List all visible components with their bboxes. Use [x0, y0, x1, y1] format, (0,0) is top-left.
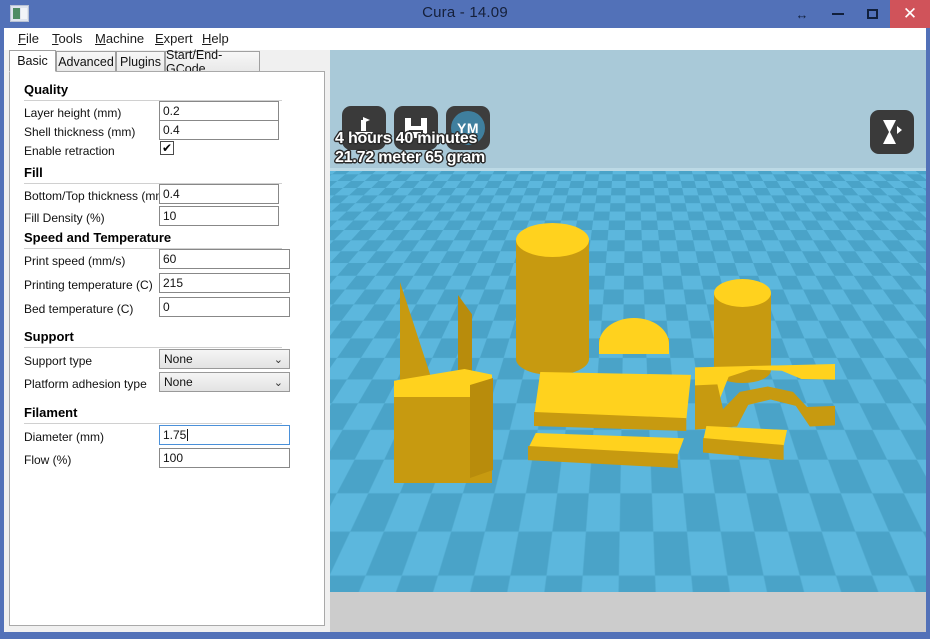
select-support-type[interactable]: None ⌄ [159, 349, 290, 369]
view-mode-button[interactable] [870, 110, 914, 154]
section-title-speed-temperature: Speed and Temperature [24, 230, 172, 245]
tab-basic[interactable]: Basic [9, 50, 56, 72]
label-bottom-top-thickness: Bottom/Top thickness (mm) [24, 189, 170, 203]
menu-expert-rest: xpert [163, 31, 193, 46]
input-shell-thickness[interactable] [159, 120, 279, 140]
chevron-down-icon: ⌄ [273, 377, 283, 389]
label-bed-temperature: Bed temperature (C) [24, 302, 134, 316]
checkbox-enable-retraction[interactable]: ✔ [160, 141, 174, 155]
input-fill-density[interactable] [159, 206, 279, 226]
label-diameter: Diameter (mm) [24, 430, 104, 444]
hourglass-view-icon [883, 120, 902, 144]
section-rule-support [24, 347, 282, 348]
menu-help[interactable]: Help [200, 31, 231, 46]
chevron-down-icon: ⌄ [273, 354, 283, 366]
label-printing-temperature: Printing temperature (C) [24, 278, 153, 292]
select-platform-adhesion-type-value: None [164, 375, 193, 389]
tab-start-end-gcode[interactable]: Start/End-GCode [165, 48, 260, 76]
label-print-speed: Print speed (mm/s) [24, 254, 126, 268]
menu-bar: File Tools Machine Expert Help [4, 28, 926, 51]
input-diameter[interactable]: 1.75 [159, 425, 290, 445]
label-platform-adhesion-type: Platform adhesion type [24, 377, 147, 391]
menu-machine[interactable]: Machine [93, 31, 146, 46]
build-platform-back-edge [330, 168, 926, 171]
menu-machine-rest: achine [105, 31, 145, 46]
section-title-support: Support [24, 329, 74, 344]
section-title-filament: Filament [24, 405, 78, 420]
client-area: File Tools Machine Expert Help Basic Adv… [4, 28, 926, 632]
section-title-quality: Quality [24, 82, 69, 97]
basic-settings-body: Quality Layer height (mm) Shell thicknes… [9, 71, 325, 626]
menu-file[interactable]: File [16, 31, 41, 46]
minimize-icon [832, 13, 844, 15]
minimize-button[interactable] [820, 0, 856, 28]
menu-tools[interactable]: Tools [50, 31, 84, 46]
text-caret [187, 429, 189, 441]
label-layer-height: Layer height (mm) [24, 106, 122, 120]
maximize-button[interactable] [854, 0, 890, 28]
settings-tab-bar: Basic Advanced Plugins Start/End-GCode [4, 48, 330, 76]
input-diameter-value: 1.75 [163, 428, 187, 442]
label-fill-density: Fill Density (%) [24, 211, 105, 225]
menu-tools-rest: ools [58, 31, 83, 46]
input-print-speed[interactable] [159, 249, 290, 269]
label-enable-retraction: Enable retraction [24, 144, 115, 158]
section-rule-filament [24, 423, 282, 424]
viewport-floor [330, 592, 926, 632]
menu-help-rest: elp [211, 31, 229, 46]
input-layer-height[interactable] [159, 101, 279, 121]
select-support-type-value: None [164, 352, 193, 366]
input-bed-temperature[interactable] [159, 297, 290, 317]
settings-panel: Basic Advanced Plugins Start/End-GCode Q… [4, 48, 330, 632]
cura-main-window: Cura - 14.09 ↔ ✕ File Tools Machine Expe… [0, 0, 930, 639]
input-printing-temperature[interactable] [159, 273, 290, 293]
title-bar: Cura - 14.09 ↔ ✕ [0, 0, 930, 28]
menu-file-rest: ile [25, 31, 39, 46]
section-title-fill: Fill [24, 165, 43, 180]
maximize-icon [866, 9, 878, 19]
label-flow: Flow (%) [24, 453, 72, 467]
resize-button[interactable]: ↔ [782, 0, 822, 28]
menu-expert[interactable]: Expert [153, 31, 195, 46]
label-support-type: Support type [24, 354, 93, 368]
label-shell-thickness: Shell thickness (mm) [24, 125, 136, 139]
select-platform-adhesion-type[interactable]: None ⌄ [159, 372, 290, 392]
tab-plugins[interactable]: Plugins [116, 51, 165, 71]
print-time: 4 hours 40 minutes [335, 130, 478, 147]
print-info: 4 hours 40 minutes 21.72 meter 65 gram [335, 129, 595, 167]
input-bottom-top-thickness[interactable] [159, 184, 279, 204]
close-button[interactable]: ✕ [890, 0, 930, 28]
tab-advanced[interactable]: Advanced [56, 51, 116, 71]
print-material: 21.72 meter 65 gram [335, 149, 486, 166]
input-flow[interactable] [159, 448, 290, 468]
